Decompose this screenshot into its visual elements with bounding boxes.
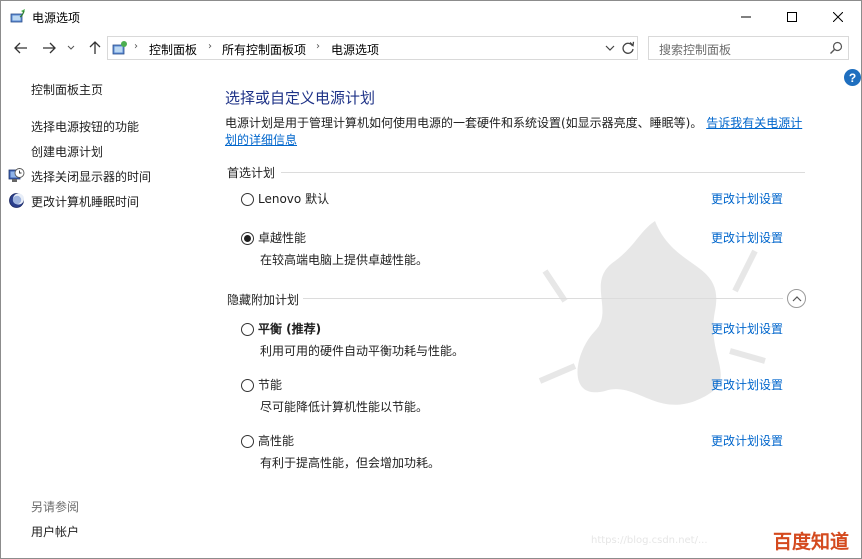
- forward-button[interactable]: [39, 38, 59, 58]
- radio-plan-balanced[interactable]: [241, 323, 254, 336]
- close-button[interactable]: [815, 1, 861, 33]
- change-plan-settings-link-high-performance[interactable]: 更改计划设置: [711, 432, 783, 449]
- close-icon: [833, 12, 843, 22]
- plan-name-ultimate-performance[interactable]: 卓越性能: [258, 229, 306, 246]
- power-options-icon: [10, 8, 26, 24]
- up-arrow-icon: [89, 41, 101, 54]
- sidebar-link-sleep-time[interactable]: 更改计算机睡眠时间: [31, 193, 139, 210]
- maximize-icon: [787, 12, 797, 22]
- control-panel-home-link[interactable]: 控制面板主页: [31, 81, 103, 98]
- plan-desc-power-saver: 尽可能降低计算机性能以节能。: [260, 400, 429, 414]
- title-bar: 电源选项: [1, 1, 861, 33]
- change-plan-settings-link-power-saver[interactable]: 更改计划设置: [711, 376, 783, 393]
- radio-plan-high-performance[interactable]: [241, 435, 254, 448]
- plan-name-balanced[interactable]: 平衡 (推荐): [258, 320, 321, 337]
- chevron-up-icon: [792, 296, 801, 302]
- navigation-bar: › 控制面板 › 所有控制面板项 › 电源选项 搜索控制面板: [1, 35, 861, 61]
- plan-desc-high-performance: 有利于提高性能，但会增加功耗。: [260, 456, 441, 470]
- back-button[interactable]: [11, 38, 31, 58]
- brand-watermark: 百度知道: [773, 531, 850, 553]
- power-options-window: 电源选项 › 控制面板 › 所有控制面板项 › 电源选项 搜索控制面板 ? 控制…: [0, 0, 862, 559]
- control-panel-icon: [112, 40, 128, 56]
- change-plan-settings-link-ultimate[interactable]: 更改计划设置: [711, 229, 783, 246]
- window-title: 电源选项: [32, 11, 81, 25]
- change-plan-settings-link-balanced[interactable]: 更改计划设置: [711, 320, 783, 337]
- hidden-plans-label[interactable]: 隐藏附加计划: [227, 291, 299, 308]
- refresh-button[interactable]: [620, 40, 636, 56]
- minimize-icon: [741, 16, 751, 18]
- breadcrumb-all-items[interactable]: 所有控制面板项: [222, 41, 306, 58]
- breadcrumb-separator[interactable]: ›: [208, 41, 212, 52]
- breadcrumb-power-options[interactable]: 电源选项: [331, 41, 379, 58]
- address-bar[interactable]: › 控制面板 › 所有控制面板项 › 电源选项: [107, 36, 638, 60]
- recent-locations-button[interactable]: [64, 38, 78, 58]
- see-also-heading: 另请参阅: [31, 500, 80, 514]
- back-arrow-icon: [14, 42, 27, 54]
- sidebar-link-display-off-time[interactable]: 选择关闭显示器的时间: [31, 168, 151, 185]
- search-placeholder: 搜索控制面板: [659, 43, 732, 57]
- sidebar-link-power-buttons[interactable]: 选择电源按钮的功能: [31, 118, 139, 135]
- up-button[interactable]: [85, 38, 105, 58]
- plan-name-high-performance[interactable]: 高性能: [258, 432, 294, 449]
- page-title: 选择或自定义电源计划: [225, 89, 376, 107]
- refresh-icon: [622, 41, 635, 54]
- chevron-down-icon: [605, 45, 615, 51]
- breadcrumb-control-panel[interactable]: 控制面板: [149, 41, 197, 58]
- sidebar-link-user-accounts[interactable]: 用户帐户: [31, 523, 79, 540]
- radio-plan-lenovo[interactable]: [241, 193, 254, 206]
- preferred-plans-label: 首选计划: [227, 166, 276, 180]
- plan-desc-balanced: 利用可用的硬件自动平衡功耗与性能。: [260, 344, 465, 358]
- search-input[interactable]: 搜索控制面板: [648, 36, 849, 60]
- search-icon[interactable]: [829, 41, 843, 55]
- preferred-plans-divider: [281, 172, 805, 173]
- main-content: 选择或自定义电源计划 电源计划是用于管理计算机如何使用电源的一套硬件和系统设置(…: [225, 61, 825, 558]
- radio-plan-power-saver[interactable]: [241, 379, 254, 392]
- display-clock-icon: [8, 167, 25, 184]
- collapse-hidden-plans-button[interactable]: [787, 289, 806, 308]
- description-text: 电源计划是用于管理计算机如何使用电源的一套硬件和系统设置(如显示器亮度、睡眠等)…: [225, 116, 703, 130]
- help-icon[interactable]: ?: [844, 69, 861, 86]
- page-description: 电源计划是用于管理计算机如何使用电源的一套硬件和系统设置(如显示器亮度、睡眠等)…: [225, 115, 805, 149]
- breadcrumb-separator[interactable]: ›: [316, 41, 320, 52]
- radio-plan-ultimate-performance[interactable]: [241, 232, 254, 245]
- maximize-button[interactable]: [769, 1, 815, 33]
- change-plan-settings-link-lenovo[interactable]: 更改计划设置: [711, 190, 783, 207]
- plan-name-power-saver[interactable]: 节能: [258, 376, 282, 393]
- forward-arrow-icon: [43, 42, 56, 54]
- hidden-plans-divider: [303, 298, 783, 299]
- minimize-button[interactable]: [723, 1, 769, 33]
- plan-name-lenovo[interactable]: Lenovo 默认: [258, 190, 329, 207]
- breadcrumb-separator: ›: [134, 41, 138, 52]
- url-watermark: https://blog.csdn.net/...: [591, 535, 708, 546]
- chevron-down-icon: [67, 45, 75, 50]
- left-pane: 控制面板主页 选择电源按钮的功能 创建电源计划 选择关闭显示器的时间 更改计算机…: [1, 61, 211, 558]
- plan-desc-ultimate-performance: 在较高端电脑上提供卓越性能。: [260, 253, 429, 267]
- sidebar-link-create-plan[interactable]: 创建电源计划: [31, 143, 103, 160]
- moon-sleep-icon: [8, 192, 25, 209]
- address-dropdown-button[interactable]: [604, 42, 616, 54]
